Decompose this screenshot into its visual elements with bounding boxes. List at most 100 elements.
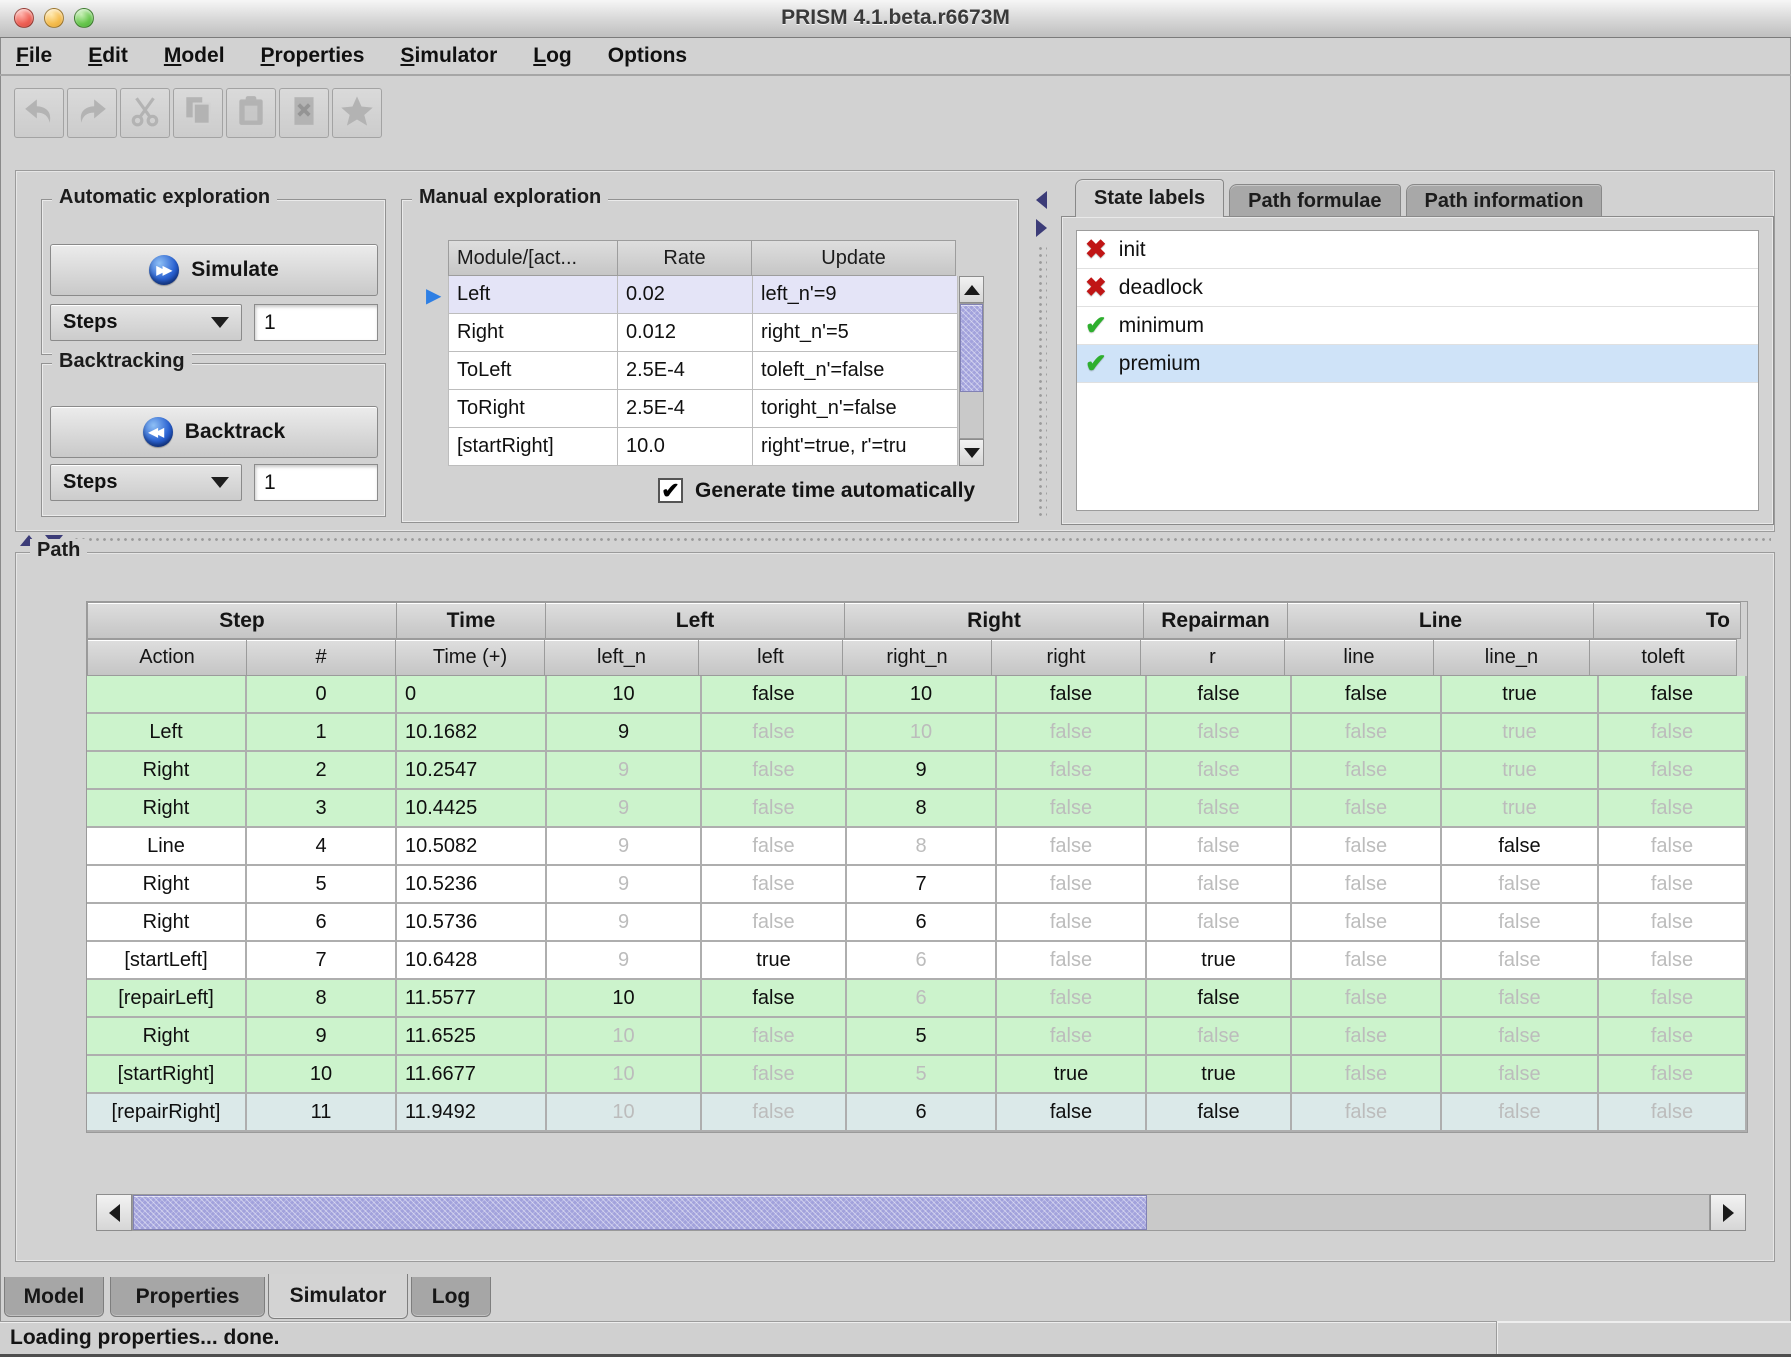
path-step-row[interactable]: [startRight]1011.667710false5truetruefal…	[87, 1056, 1747, 1094]
path-step-row[interactable]: Line410.50829false8falsefalsefalsefalsef…	[87, 828, 1747, 866]
collapse-right-icon[interactable]	[1036, 219, 1047, 237]
state-label-item[interactable]: ✖init	[1077, 231, 1758, 269]
column-header[interactable]: line	[1284, 639, 1434, 676]
cell: 1	[247, 714, 397, 752]
transition-row[interactable]: ToRight2.5E-4toright_n'=false	[448, 390, 958, 428]
path-step-row[interactable]: Left110.16829false10falsefalsefalsetruef…	[87, 714, 1747, 752]
state-label-item[interactable]: ✔minimum	[1077, 307, 1758, 345]
menu-simulator[interactable]: Simulator	[400, 44, 497, 68]
menu-options[interactable]: Options	[608, 44, 687, 68]
group-header[interactable]: Line	[1287, 602, 1594, 639]
group-header[interactable]: Left	[545, 602, 845, 639]
tab-state-labels[interactable]: State labels	[1075, 179, 1224, 217]
path-table-group-header: StepTimeLeftRightRepairmanLineTo	[87, 602, 1747, 639]
state-label-name: minimum	[1119, 314, 1204, 338]
path-step-row[interactable]: [repairLeft]811.557710false6falsefalsefa…	[87, 980, 1747, 1018]
backtrack-steps-combo[interactable]: Steps	[50, 464, 242, 501]
menu-model[interactable]: Model	[164, 44, 225, 68]
column-header[interactable]: line_n	[1433, 639, 1590, 676]
column-header[interactable]: toleft	[1589, 639, 1737, 676]
menu-file[interactable]: File	[16, 44, 52, 68]
column-header[interactable]: left	[698, 639, 843, 676]
cell: 9	[847, 752, 997, 790]
backtrack-button[interactable]: ◀◀ Backtrack	[50, 406, 378, 458]
cell: false	[1147, 752, 1292, 790]
scrollbar-thumb[interactable]	[133, 1195, 1147, 1230]
transition-row[interactable]: ToLeft2.5E-4toleft_n'=false	[448, 352, 958, 390]
transition-row[interactable]: Right0.012right_n'=5	[448, 314, 958, 352]
group-header[interactable]: Right	[844, 602, 1144, 639]
backtrack-steps-input[interactable]: 1	[254, 464, 378, 501]
scroll-right-button[interactable]	[1710, 1194, 1746, 1231]
path-step-row[interactable]: Right210.25479false9falsefalsefalsetruef…	[87, 752, 1747, 790]
simulate-steps-combo-value: Steps	[63, 311, 117, 334]
cell: 0.02	[618, 276, 753, 314]
redo-arrow-button[interactable]	[67, 88, 117, 138]
path-step-row[interactable]: 0010false10falsefalsefalsetruefalse	[87, 676, 1747, 714]
tab-simulator[interactable]: Simulator	[268, 1274, 408, 1319]
horizontal-splitter[interactable]	[15, 533, 1775, 548]
column-header[interactable]: right	[991, 639, 1141, 676]
star-button[interactable]	[332, 88, 382, 138]
path-step-row[interactable]: Right610.57369false6falsefalsefalsefalse…	[87, 904, 1747, 942]
cell: toright_n'=false	[753, 390, 958, 428]
column-header[interactable]: r	[1140, 639, 1285, 676]
column-header[interactable]: Action	[87, 639, 247, 676]
column-header[interactable]: #	[246, 639, 396, 676]
transition-row[interactable]: Left0.02left_n'=9	[448, 276, 958, 314]
generate-time-option[interactable]: ✔ Generate time automatically	[658, 478, 975, 503]
scroll-up-button[interactable]	[959, 276, 984, 303]
group-header[interactable]: Step	[87, 602, 397, 639]
column-header[interactable]: right_n	[842, 639, 992, 676]
path-step-row[interactable]: Right911.652510false5falsefalsefalsefals…	[87, 1018, 1747, 1056]
generate-time-checkbox[interactable]: ✔	[658, 478, 683, 503]
collapse-left-icon[interactable]	[1036, 191, 1047, 209]
menu-properties[interactable]: Properties	[261, 44, 365, 68]
cell: false	[997, 942, 1147, 980]
undo-arrow-button[interactable]	[14, 88, 64, 138]
path-step-row[interactable]: Right510.52369false7falsefalsefalsefalse…	[87, 866, 1747, 904]
close-window-button[interactable]	[14, 8, 34, 28]
cross-icon: ✖	[1085, 272, 1107, 303]
cell: Right	[87, 866, 247, 904]
group-header[interactable]: Repairman	[1143, 602, 1288, 639]
state-label-item[interactable]: ✖deadlock	[1077, 269, 1758, 307]
tab-path-formulae[interactable]: Path formulae	[1229, 184, 1400, 217]
path-step-row[interactable]: [repairRight]1111.949210false6falsefalse…	[87, 1094, 1747, 1132]
cell: true	[997, 1056, 1147, 1094]
cell: left_n'=9	[753, 276, 958, 314]
menu-edit[interactable]: Edit	[88, 44, 128, 68]
tab-path-information[interactable]: Path information	[1406, 184, 1603, 217]
zoom-window-button[interactable]	[74, 8, 94, 28]
minimize-window-button[interactable]	[44, 8, 64, 28]
scrollbar-thumb[interactable]	[960, 304, 983, 392]
simulate-steps-combo[interactable]: Steps	[50, 304, 242, 341]
column-header[interactable]: Update	[751, 240, 956, 276]
scroll-left-button[interactable]	[96, 1194, 132, 1231]
column-header[interactable]: Rate	[617, 240, 752, 276]
state-label-item[interactable]: ✔premium	[1077, 345, 1758, 383]
path-step-row[interactable]: Right310.44259false8falsefalsefalsetruef…	[87, 790, 1747, 828]
scroll-down-button[interactable]	[959, 439, 984, 466]
tab-log[interactable]: Log	[411, 1277, 491, 1317]
menu-log[interactable]: Log	[533, 44, 571, 68]
cell: false	[1442, 866, 1599, 904]
delete-button[interactable]	[279, 88, 329, 138]
cell: 10	[547, 1056, 702, 1094]
simulate-button[interactable]: ▶▶ Simulate	[50, 244, 378, 296]
tab-properties[interactable]: Properties	[110, 1277, 265, 1317]
tab-model[interactable]: Model	[4, 1277, 104, 1317]
cell: false	[702, 980, 847, 1018]
column-header[interactable]: Time (+)	[395, 639, 545, 676]
transition-row[interactable]: [startRight]10.0right'=true, r'=tru	[448, 428, 958, 466]
column-header[interactable]: left_n	[544, 639, 699, 676]
paste-button[interactable]	[226, 88, 276, 138]
copy-button[interactable]	[173, 88, 223, 138]
group-header[interactable]: Time	[396, 602, 546, 639]
vertical-splitter[interactable]	[1028, 179, 1058, 525]
cut-button[interactable]	[120, 88, 170, 138]
group-header[interactable]: To	[1593, 602, 1741, 639]
path-step-row[interactable]: [startLeft]710.64289true6falsetruefalsef…	[87, 942, 1747, 980]
column-header[interactable]: Module/[act...	[448, 240, 618, 276]
simulate-steps-input[interactable]: 1	[254, 304, 378, 341]
